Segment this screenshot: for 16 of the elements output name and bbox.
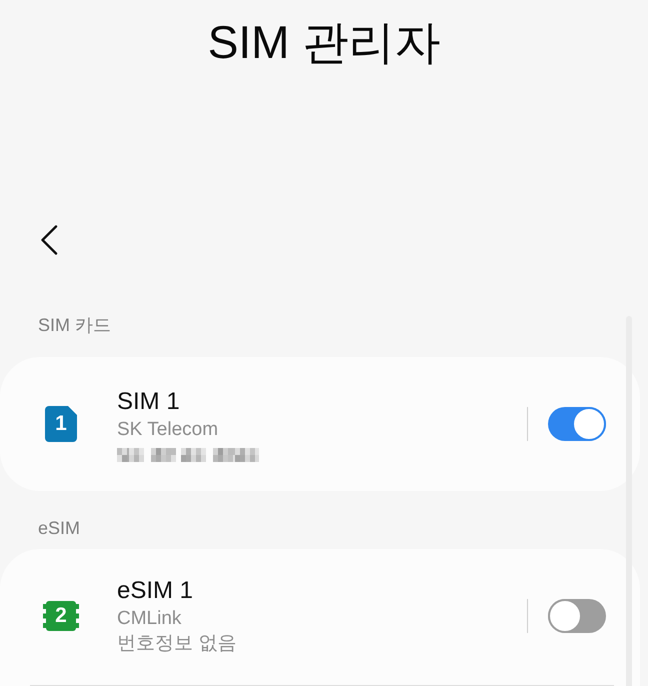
esim-chip-icon bbox=[43, 601, 79, 631]
toggle-switch[interactable] bbox=[548, 599, 606, 633]
carrier-name: CMLink bbox=[117, 607, 182, 631]
sim-name: SIM 1 bbox=[117, 386, 180, 416]
toggle-switch[interactable] bbox=[548, 407, 606, 441]
section-header: eSIM bbox=[38, 517, 80, 539]
sim-slot-number: 1 bbox=[55, 413, 67, 435]
sim-name: eSIM 1 bbox=[117, 576, 194, 606]
sim-card-icon bbox=[45, 406, 77, 442]
carrier-name: SK Telecom bbox=[117, 418, 218, 442]
back-button[interactable] bbox=[40, 225, 58, 256]
sim-slot-number: 2 bbox=[55, 605, 67, 627]
page-title: SIM 관리자 bbox=[208, 15, 440, 70]
section-header: SIM 카드 bbox=[38, 314, 112, 336]
back-chevron-icon bbox=[40, 225, 58, 256]
phone-number-status: 번호정보 없음 bbox=[117, 632, 236, 656]
